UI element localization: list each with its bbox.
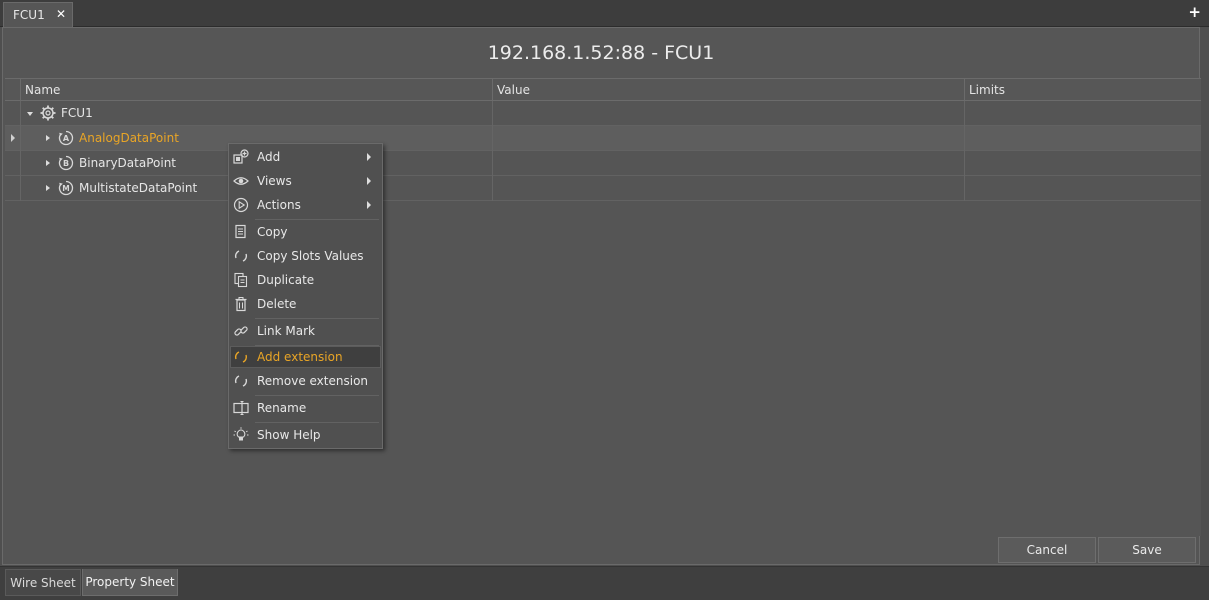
menu-item-label: Add extension bbox=[257, 350, 343, 364]
submenu-arrow-icon bbox=[367, 201, 371, 209]
property-sheet-panel: 192.168.1.52:88 - FCU1 Name Value Limits bbox=[2, 27, 1201, 565]
page-title: 192.168.1.52:88 - FCU1 bbox=[3, 28, 1199, 78]
eye-icon bbox=[233, 177, 249, 185]
gear-icon bbox=[40, 105, 56, 121]
menu-item-actions[interactable]: Actions bbox=[230, 194, 381, 216]
svg-text:A: A bbox=[63, 134, 70, 143]
expand-toggle[interactable] bbox=[46, 185, 50, 191]
rename-icon bbox=[233, 401, 249, 415]
menu-item-delete[interactable]: Delete bbox=[230, 293, 381, 315]
add-tab-button[interactable]: + bbox=[1188, 4, 1201, 20]
menu-item-label: Views bbox=[257, 174, 292, 188]
menu-item-copy[interactable]: Copy bbox=[230, 221, 381, 243]
table-header: Name Value Limits bbox=[5, 79, 1201, 101]
menu-item-label: Remove extension bbox=[257, 374, 369, 388]
gutter-header bbox=[5, 79, 21, 101]
menu-item-label: Copy bbox=[257, 225, 288, 239]
submenu-arrow-icon bbox=[367, 177, 371, 185]
svg-text:M: M bbox=[62, 184, 69, 193]
menu-item-label: Copy Slots Values bbox=[257, 249, 364, 263]
remove-extension-icon bbox=[234, 375, 248, 387]
expand-toggle[interactable] bbox=[46, 135, 50, 141]
close-icon[interactable]: ✕ bbox=[56, 7, 66, 21]
add-extension-icon bbox=[234, 351, 248, 363]
link-icon bbox=[234, 326, 248, 336]
copy-slots-icon bbox=[234, 250, 248, 262]
menu-item-copy-slots-values[interactable]: Copy Slots Values bbox=[230, 245, 381, 267]
tab-fcu1[interactable]: FCU1 ✕ bbox=[3, 2, 73, 27]
duplicate-icon bbox=[234, 272, 248, 288]
menu-item-show-help[interactable]: Show Help bbox=[230, 424, 381, 446]
tree-node-label: MultistateDataPoint bbox=[79, 181, 198, 195]
document-tab-bar: FCU1 ✕ + bbox=[0, 0, 1209, 27]
column-header-name[interactable]: Name bbox=[21, 79, 493, 101]
lightbulb-icon bbox=[233, 427, 249, 441]
tab-property-sheet[interactable]: Property Sheet bbox=[82, 569, 178, 596]
menu-item-label: Rename bbox=[257, 401, 307, 415]
analog-point-icon: A bbox=[58, 130, 74, 146]
multistate-point-icon: M bbox=[58, 180, 74, 196]
save-button[interactable]: Save bbox=[1098, 537, 1196, 563]
menu-item-link-mark[interactable]: Link Mark bbox=[230, 320, 381, 342]
add-component-icon bbox=[233, 149, 249, 164]
cancel-button[interactable]: Cancel bbox=[998, 537, 1096, 563]
tab-wire-sheet[interactable]: Wire Sheet bbox=[5, 569, 81, 596]
menu-item-rename[interactable]: Rename bbox=[230, 397, 381, 419]
menu-item-label: Link Mark bbox=[257, 324, 315, 338]
table-row[interactable]: FCU1 bbox=[5, 101, 1201, 126]
menu-separator bbox=[255, 219, 379, 220]
table-row[interactable]: A AnalogDataPoint bbox=[5, 126, 1201, 151]
tab-fcu1-label: FCU1 bbox=[13, 8, 45, 22]
menu-item-label: Actions bbox=[257, 198, 301, 212]
svg-text:B: B bbox=[63, 159, 69, 168]
menu-separator bbox=[255, 395, 379, 396]
tree-node-label: FCU1 bbox=[61, 106, 93, 120]
menu-item-label: Delete bbox=[257, 297, 297, 311]
context-menu: Add Views Actions Copy Copy Slots Values… bbox=[228, 143, 383, 449]
menu-item-label: Add bbox=[257, 150, 281, 164]
copy-icon bbox=[235, 224, 246, 239]
menu-item-duplicate[interactable]: Duplicate bbox=[230, 269, 381, 291]
menu-item-label: Show Help bbox=[257, 428, 321, 442]
menu-item-add[interactable]: Add bbox=[230, 146, 381, 168]
column-header-value[interactable]: Value bbox=[493, 79, 965, 101]
binary-point-icon: B bbox=[58, 155, 74, 171]
menu-item-add-extension[interactable]: Add extension bbox=[230, 346, 381, 368]
view-tab-bar: Wire Sheet Property Sheet bbox=[0, 566, 1209, 600]
menu-item-label: Duplicate bbox=[257, 273, 315, 287]
collapse-toggle[interactable] bbox=[27, 112, 33, 116]
submenu-arrow-icon bbox=[367, 153, 371, 161]
tree-node-label: BinaryDataPoint bbox=[79, 156, 177, 170]
table-row[interactable]: M MultistateDataPoint bbox=[5, 176, 1201, 201]
expand-toggle[interactable] bbox=[46, 160, 50, 166]
tree-node-label: AnalogDataPoint bbox=[79, 131, 179, 145]
table-row[interactable]: B BinaryDataPoint bbox=[5, 151, 1201, 176]
menu-item-remove-extension[interactable]: Remove extension bbox=[230, 370, 381, 392]
menu-separator bbox=[255, 318, 379, 319]
column-header-limits[interactable]: Limits bbox=[965, 79, 1201, 101]
trash-icon bbox=[235, 297, 247, 312]
menu-separator bbox=[255, 422, 379, 423]
property-table: Name Value Limits FCU1 A AnalogDataPoint… bbox=[5, 78, 1201, 536]
play-icon bbox=[233, 197, 249, 213]
menu-item-views[interactable]: Views bbox=[230, 170, 381, 192]
